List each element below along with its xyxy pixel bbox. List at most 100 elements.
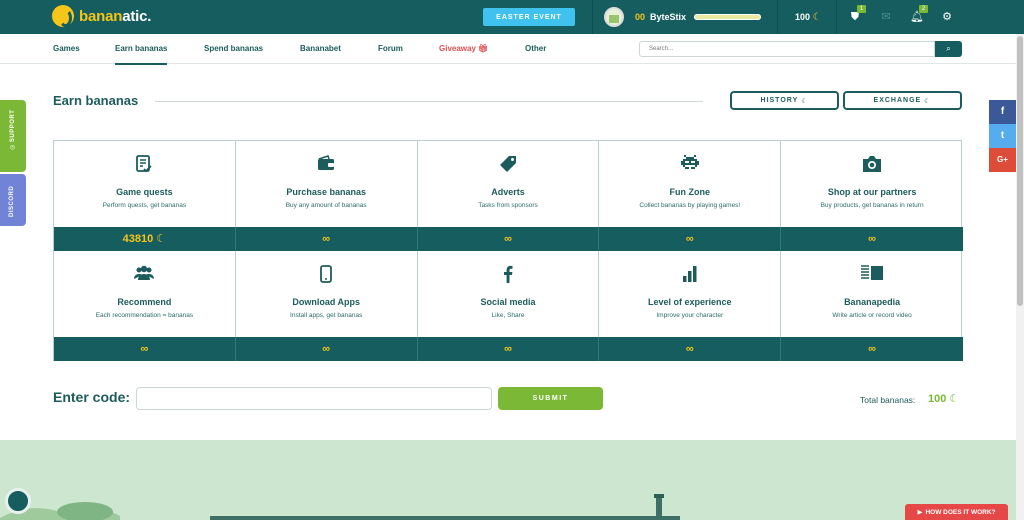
discord-label: DISCORD — [9, 185, 15, 217]
logo-text-dot: . — [147, 7, 152, 25]
username[interactable]: ByteStix — [650, 12, 686, 22]
tile-name: Shop at our partners — [827, 187, 917, 197]
tile-desc: Improve your character — [656, 312, 724, 319]
banana-balance[interactable]: 100 ☾ — [795, 12, 822, 23]
tile-desc: Buy any amount of bananas — [285, 202, 367, 209]
avatar[interactable] — [604, 7, 624, 27]
logo[interactable]: bananatic. — [52, 5, 151, 27]
banana-icon: ☾ — [801, 97, 809, 105]
shield-badge: 1 — [857, 5, 866, 13]
users-icon — [54, 265, 235, 285]
tile-purchase-bananas[interactable]: Purchase bananas Buy any amount of banan… — [236, 141, 418, 227]
facebook-icon — [418, 265, 599, 285]
tile-name: Bananapedia — [844, 297, 901, 307]
bar-chart-icon — [599, 265, 780, 285]
banana-icon: ☾ — [949, 393, 960, 405]
code-input[interactable] — [136, 387, 492, 410]
tile-value: ∞ — [599, 227, 782, 251]
support-tab[interactable]: ◎ SUPPORT — [0, 100, 26, 172]
facebook-share-button[interactable]: f — [989, 100, 1016, 124]
nav-games[interactable]: Games — [53, 44, 80, 53]
banana-icon: ☾ — [924, 97, 932, 105]
total-bananas-label: Total bananas: — [860, 395, 916, 405]
logo-text: bananatic. — [79, 8, 151, 25]
tag-icon — [418, 155, 599, 175]
nav-other[interactable]: Other — [525, 44, 546, 53]
tile-value: ∞ — [781, 337, 963, 361]
tile-value: ∞ — [599, 337, 782, 361]
tile-bananapedia[interactable]: Bananapedia Write article or record vide… — [781, 251, 963, 337]
tile-download-apps[interactable]: Download Apps Install apps, get bananas — [236, 251, 418, 337]
gift-icon: 🎁︎ — [478, 44, 489, 53]
logo-text-prefix: banan — [79, 7, 123, 25]
tile-name: Recommend — [117, 297, 172, 307]
tile-value: ∞ — [235, 227, 418, 251]
support-label: ◎ SUPPORT — [9, 110, 16, 150]
history-button[interactable]: HISTORY ☾ — [730, 91, 839, 110]
article-icon — [781, 265, 963, 285]
tile-value: ∞ — [235, 337, 418, 361]
exchange-button[interactable]: EXCHANGE ☾ — [843, 91, 962, 110]
tile-desc: Like, Share — [491, 312, 525, 319]
submit-button[interactable]: SUBMIT — [498, 387, 603, 410]
code-label: Enter code: — [53, 389, 131, 405]
wallet-icon — [236, 155, 417, 175]
mail-icon[interactable]: ✉ — [879, 10, 893, 24]
tile-desc: Install apps, get bananas — [290, 312, 363, 319]
tile-desc: Perform quests, get bananas — [102, 202, 187, 209]
title-divider — [155, 101, 703, 102]
tile-value: ∞ — [54, 337, 236, 361]
tile-adverts[interactable]: Adverts Tasks from sponsors — [418, 141, 600, 227]
tile-shop-partners[interactable]: Shop at our partners Buy products, get b… — [781, 141, 963, 227]
gear-icon[interactable]: ⚙ — [940, 10, 954, 24]
total-bananas-number: 100 — [928, 393, 947, 405]
easter-event-button[interactable]: EASTER EVENT — [483, 8, 575, 26]
support-label-text: SUPPORT — [10, 109, 16, 143]
nav-bananabet[interactable]: Bananabet — [300, 44, 341, 53]
tile-value: ∞ — [417, 337, 600, 361]
search-button[interactable]: ⌕ — [935, 41, 962, 57]
scroll-thumb[interactable] — [1017, 36, 1023, 306]
divider — [836, 0, 837, 34]
discord-tab[interactable]: DISCORD — [0, 174, 26, 226]
page-title: Earn bananas — [53, 93, 139, 108]
banana-icon: ☾ — [156, 233, 167, 245]
nav-giveaway[interactable]: Giveaway 🎁︎ — [439, 44, 488, 53]
tile-desc: Write article or record video — [832, 312, 912, 319]
earn-methods-grid: Game quests Perform quests, get bananas … — [53, 140, 963, 361]
tile-fun-zone[interactable]: Fun Zone Collect bananas by playing game… — [599, 141, 782, 227]
top-bar: bananatic. EASTER EVENT 00 ByteStix 100 … — [0, 0, 1024, 34]
landscape-illustration — [0, 494, 680, 520]
xp-progress-bar — [694, 14, 761, 20]
tile-value-text: 43810 — [122, 233, 154, 245]
twitter-share-button[interactable]: t — [989, 124, 1016, 148]
how-does-it-work-button[interactable]: ▶ HOW DOES IT WORK? — [905, 504, 1008, 520]
tile-recommend[interactable]: Recommend Each recommendation = bananas — [54, 251, 236, 337]
nav-spend-bananas[interactable]: Spend bananas — [204, 44, 263, 53]
quest-icon — [54, 155, 235, 175]
google-share-button[interactable]: G+ — [989, 148, 1016, 172]
logo-text-suffix: atic — [122, 7, 148, 25]
nav-earn-bananas[interactable]: Earn bananas — [115, 44, 168, 65]
footer-illustration — [0, 440, 1016, 520]
tile-desc: Each recommendation = bananas — [95, 312, 194, 319]
tile-game-quests[interactable]: Game quests Perform quests, get bananas — [54, 141, 236, 227]
bell-badge: 2 — [919, 5, 928, 13]
tile-name: Game quests — [116, 187, 173, 197]
nav-giveaway-label: Giveaway — [439, 44, 476, 53]
logo-mark-icon — [52, 5, 74, 27]
play-icon: ▶ — [917, 509, 923, 516]
total-bananas-value: 100 ☾ — [928, 392, 959, 405]
tile-social-media[interactable]: Social media Like, Share — [418, 251, 600, 337]
search-input[interactable]: Search... — [639, 41, 935, 57]
divider — [777, 0, 778, 34]
scrollbar[interactable] — [1016, 34, 1024, 520]
tile-level-experience[interactable]: Level of experience Improve your charact… — [599, 251, 782, 337]
tile-name: Level of experience — [648, 297, 732, 307]
space-invader-icon — [599, 155, 780, 175]
camera-icon — [781, 155, 963, 175]
xp-progress-fill — [694, 14, 761, 20]
tile-value: ∞ — [781, 227, 963, 251]
chat-button[interactable] — [5, 488, 31, 514]
nav-forum[interactable]: Forum — [378, 44, 403, 53]
